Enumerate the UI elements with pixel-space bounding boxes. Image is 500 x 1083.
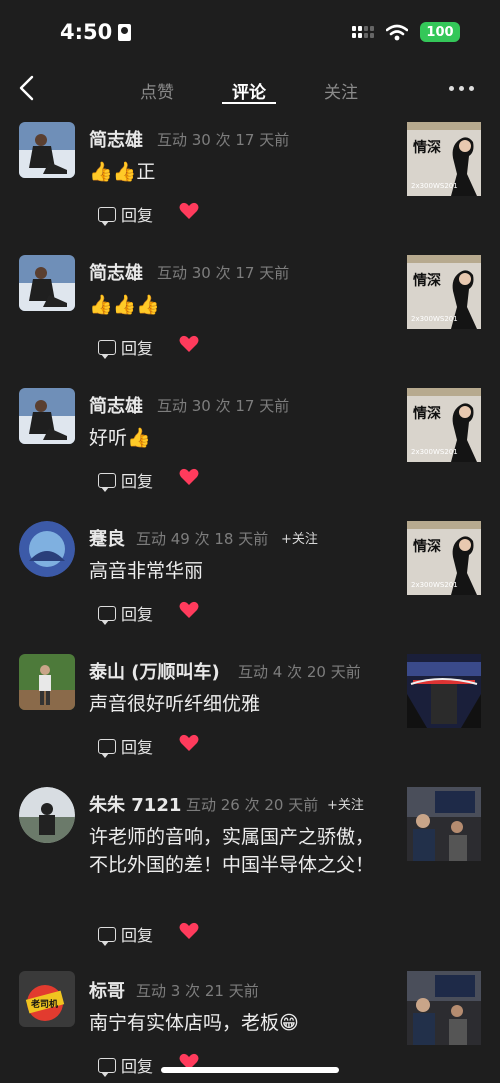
comment-text: 声音很好听纤细优雅 bbox=[89, 693, 261, 715]
avatar[interactable] bbox=[19, 787, 75, 843]
reply-button[interactable]: 回复 bbox=[98, 1053, 153, 1077]
reply-button[interactable]: 回复 bbox=[98, 468, 153, 492]
avatar[interactable] bbox=[19, 122, 75, 178]
comment-text: 好听👍 bbox=[89, 427, 151, 449]
comment-bubble-icon bbox=[98, 339, 116, 359]
album-thumbnail[interactable]: 情深 2x300WS201 bbox=[407, 388, 481, 462]
heart-icon[interactable] bbox=[179, 922, 199, 940]
comment-meta: 互动 30 次 17 天前 bbox=[157, 131, 290, 149]
comment-meta: 互动 4 次 20 天前 bbox=[238, 663, 361, 681]
back-arrow-icon[interactable] bbox=[16, 74, 40, 102]
commenter-name[interactable]: 标哥 bbox=[89, 977, 125, 1003]
comment-meta: 互动 30 次 17 天前 bbox=[157, 397, 290, 415]
commenter-name[interactable]: 朱朱 7121 bbox=[89, 791, 181, 817]
cellular-signal-icon bbox=[352, 26, 374, 38]
video-thumbnail[interactable] bbox=[407, 654, 481, 728]
status-bar: 4:50 100 bbox=[0, 0, 500, 64]
reply-button[interactable]: 回复 bbox=[98, 922, 153, 946]
comment-text: 高音非常华丽 bbox=[89, 560, 204, 582]
commenter-name[interactable]: 简志雄 bbox=[89, 392, 143, 418]
avatar[interactable] bbox=[19, 654, 75, 710]
comment-bubble-icon bbox=[98, 472, 116, 492]
album-thumbnail[interactable]: 情深 2x300WS201 bbox=[407, 122, 481, 196]
avatar[interactable]: 老司机 bbox=[19, 971, 75, 1027]
album-thumbnail[interactable]: 情深 2x300WS201 bbox=[407, 255, 481, 329]
tab-likes[interactable]: 点赞 bbox=[140, 78, 174, 103]
reply-button[interactable]: 回复 bbox=[98, 601, 153, 625]
svg-text:2x300WS201: 2x300WS201 bbox=[411, 182, 458, 190]
person-badge-icon bbox=[118, 23, 132, 41]
battery-indicator: 100 bbox=[420, 22, 460, 42]
wifi-icon bbox=[386, 24, 408, 40]
comment-meta: 互动 26 次 20 天前 bbox=[186, 796, 319, 814]
heart-icon[interactable] bbox=[179, 202, 199, 220]
heart-icon[interactable] bbox=[179, 335, 199, 353]
active-tab-indicator bbox=[222, 102, 276, 104]
video-thumbnail[interactable] bbox=[407, 787, 481, 861]
status-icons: 100 bbox=[352, 22, 460, 42]
svg-text:2x300WS201: 2x300WS201 bbox=[411, 315, 458, 323]
comment-bubble-icon bbox=[98, 1057, 116, 1077]
commenter-name[interactable]: 简志雄 bbox=[89, 259, 143, 285]
comment-meta: 互动 30 次 17 天前 bbox=[157, 264, 290, 282]
comment-text: 👍👍正 bbox=[89, 161, 156, 183]
commenter-name[interactable]: 简志雄 bbox=[89, 126, 143, 152]
comment-meta: 互动 3 次 21 天前 bbox=[136, 982, 259, 1000]
home-indicator[interactable] bbox=[161, 1067, 339, 1073]
commenter-name[interactable]: 泰山 (万顺叫车) bbox=[89, 658, 220, 684]
more-options-icon[interactable] bbox=[449, 86, 474, 91]
reply-button[interactable]: 回复 bbox=[98, 734, 153, 758]
reply-button[interactable]: 回复 bbox=[98, 335, 153, 359]
svg-text:老司机: 老司机 bbox=[30, 998, 58, 1010]
svg-text:2x300WS201: 2x300WS201 bbox=[411, 581, 458, 589]
heart-icon[interactable] bbox=[179, 601, 199, 619]
tab-follows[interactable]: 关注 bbox=[324, 78, 358, 103]
avatar[interactable] bbox=[19, 388, 75, 444]
svg-text:情深: 情深 bbox=[413, 139, 441, 156]
svg-text:情深: 情深 bbox=[413, 538, 441, 555]
top-nav: 点赞 评论 关注 bbox=[0, 64, 500, 114]
commenter-name[interactable]: 蹇良 bbox=[89, 525, 125, 551]
video-thumbnail[interactable] bbox=[407, 971, 481, 1045]
svg-text:2x300WS201: 2x300WS201 bbox=[411, 448, 458, 456]
comment-bubble-icon bbox=[98, 926, 116, 946]
avatar[interactable] bbox=[19, 521, 75, 577]
comment-bubble-icon bbox=[98, 605, 116, 625]
comment-text: 许老师的音响，实属国产之骄傲，不比外国的差！中国半导体之父！ bbox=[89, 826, 375, 876]
comment-text: 👍👍👍 bbox=[89, 294, 160, 316]
follow-button[interactable]: +关注 bbox=[281, 528, 318, 547]
heart-icon[interactable] bbox=[179, 468, 199, 486]
status-time: 4:50 bbox=[60, 20, 132, 44]
avatar[interactable] bbox=[19, 255, 75, 311]
comment-meta: 互动 49 次 18 天前 bbox=[136, 530, 269, 548]
comment-bubble-icon bbox=[98, 738, 116, 758]
follow-button[interactable]: +关注 bbox=[327, 794, 364, 813]
tab-comments[interactable]: 评论 bbox=[232, 78, 266, 103]
heart-icon[interactable] bbox=[179, 734, 199, 752]
album-thumbnail[interactable]: 情深 2x300WS201 bbox=[407, 521, 481, 595]
comment-bubble-icon bbox=[98, 206, 116, 226]
reply-button[interactable]: 回复 bbox=[98, 202, 153, 226]
comment-text: 南宁有实体店吗，老板😁 bbox=[89, 1012, 299, 1034]
svg-text:情深: 情深 bbox=[413, 405, 441, 422]
svg-text:情深: 情深 bbox=[413, 272, 441, 289]
